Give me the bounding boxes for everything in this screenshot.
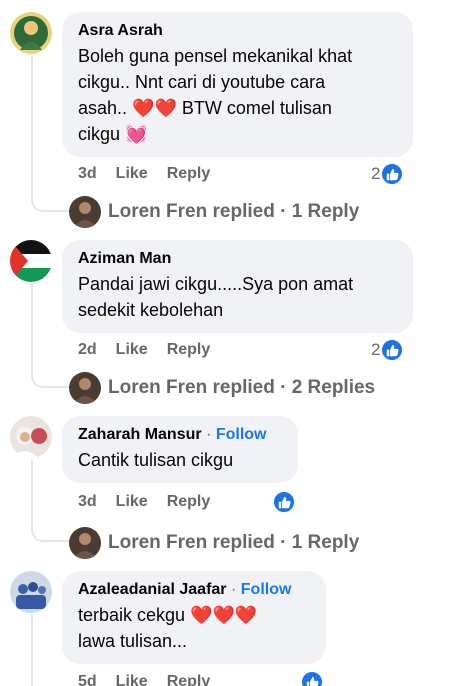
- comment-actions: 3d Like Reply: [78, 165, 210, 183]
- separator: ·: [230, 581, 237, 598]
- comment-text: Cantik tulisan cikgu: [78, 447, 282, 473]
- reaction-summary[interactable]: 2: [371, 162, 405, 186]
- comment-bubble: Zaharah Mansur · Follow Cantik tulisan c…: [62, 416, 298, 483]
- replied-label[interactable]: Loren Fren replied · 1 Reply: [108, 201, 359, 223]
- comment-author-name[interactable]: Zaharah Mansur: [78, 426, 202, 443]
- comment-author: Azaleadanial Jaafar · Follow: [78, 580, 310, 600]
- comment-bubble: Azaleadanial Jaafar · Follow terbaik cek…: [62, 571, 326, 664]
- comment-bubble: Asra Asrah Boleh guna pensel mekanikal k…: [62, 12, 413, 157]
- comment-text: Boleh guna pensel mekanikal khat cikgu..…: [78, 43, 397, 147]
- comment-line: asah.. ❤️❤️ BTW comel tulisan: [78, 98, 332, 118]
- reply-button[interactable]: Reply: [167, 341, 211, 359]
- thumbs-up-icon: [380, 162, 405, 186]
- comment-line: terbaik cekgu ❤️❤️❤️: [78, 605, 258, 625]
- reply-button[interactable]: Reply: [167, 165, 211, 183]
- avatar: [69, 527, 101, 559]
- avatar[interactable]: [10, 416, 52, 458]
- follow-button[interactable]: Follow: [216, 426, 267, 443]
- comment-line: lawa tulisan...: [78, 631, 188, 651]
- comment-line: cikgu 💓: [78, 124, 148, 144]
- comment-line: cikgu.. Nnt cari di youtube cara: [78, 72, 326, 92]
- view-replies-link[interactable]: Loren Fren replied · 2 Replies: [69, 372, 375, 404]
- comment-actions: 3d Like Reply: [78, 493, 210, 511]
- reaction-summary[interactable]: [272, 490, 296, 514]
- reaction-summary[interactable]: [300, 670, 324, 686]
- avatar[interactable]: [10, 12, 52, 54]
- comment-actions: 2d Like Reply: [78, 341, 210, 359]
- like-button[interactable]: Like: [116, 341, 148, 359]
- like-button[interactable]: Like: [116, 673, 148, 686]
- thumbs-up-icon: [272, 490, 296, 514]
- replied-label[interactable]: Loren Fren replied · 2 Replies: [108, 377, 375, 399]
- comment-author[interactable]: Aziman Man: [78, 249, 397, 269]
- view-replies-link[interactable]: Loren Fren replied · 1 Reply: [69, 196, 359, 228]
- comment-text: Pandai jawi cikgu.....Sya pon amat sedek…: [78, 271, 397, 323]
- comment-bubble: Aziman Man Pandai jawi cikgu.....Sya pon…: [62, 240, 413, 333]
- comment-time[interactable]: 5d: [78, 673, 97, 686]
- comment-text: terbaik cekgu ❤️❤️❤️ lawa tulisan...: [78, 602, 310, 654]
- comment-time[interactable]: 3d: [78, 493, 97, 511]
- reaction-summary[interactable]: 2: [371, 338, 405, 362]
- comment-line: Cantik tulisan cikgu: [78, 450, 234, 470]
- avatar[interactable]: [10, 240, 52, 282]
- separator: ·: [206, 426, 212, 443]
- reaction-count: 2: [371, 340, 381, 359]
- thumbs-up-icon: [300, 670, 324, 686]
- like-button[interactable]: Like: [116, 165, 148, 183]
- comment-author-name[interactable]: Azaleadanial Jaafar: [78, 581, 227, 598]
- comment-line: sedekit kebolehan: [78, 300, 224, 320]
- reply-button[interactable]: Reply: [167, 493, 211, 511]
- comment-line: Pandai jawi cikgu.....Sya pon amat: [78, 274, 354, 294]
- thread-line: [31, 614, 33, 686]
- replied-label[interactable]: Loren Fren replied · 1 Reply: [108, 532, 359, 554]
- comment-time[interactable]: 3d: [78, 165, 97, 183]
- thumbs-up-icon: [380, 338, 405, 362]
- follow-button[interactable]: Follow: [241, 581, 292, 598]
- view-replies-link[interactable]: Loren Fren replied · 1 Reply: [69, 527, 359, 559]
- comment-author: Zaharah Mansur · Follow: [78, 425, 282, 445]
- comment-author[interactable]: Asra Asrah: [78, 21, 397, 41]
- avatar[interactable]: [10, 571, 52, 613]
- comment-time[interactable]: 2d: [78, 341, 97, 359]
- avatar: [69, 196, 101, 228]
- reaction-count: 2: [371, 164, 381, 183]
- avatar: [69, 372, 101, 404]
- comment-actions: 5d Like Reply: [78, 673, 210, 686]
- like-button[interactable]: Like: [116, 493, 148, 511]
- comment-line: Boleh guna pensel mekanikal khat: [78, 46, 353, 66]
- reply-button[interactable]: Reply: [167, 673, 211, 686]
